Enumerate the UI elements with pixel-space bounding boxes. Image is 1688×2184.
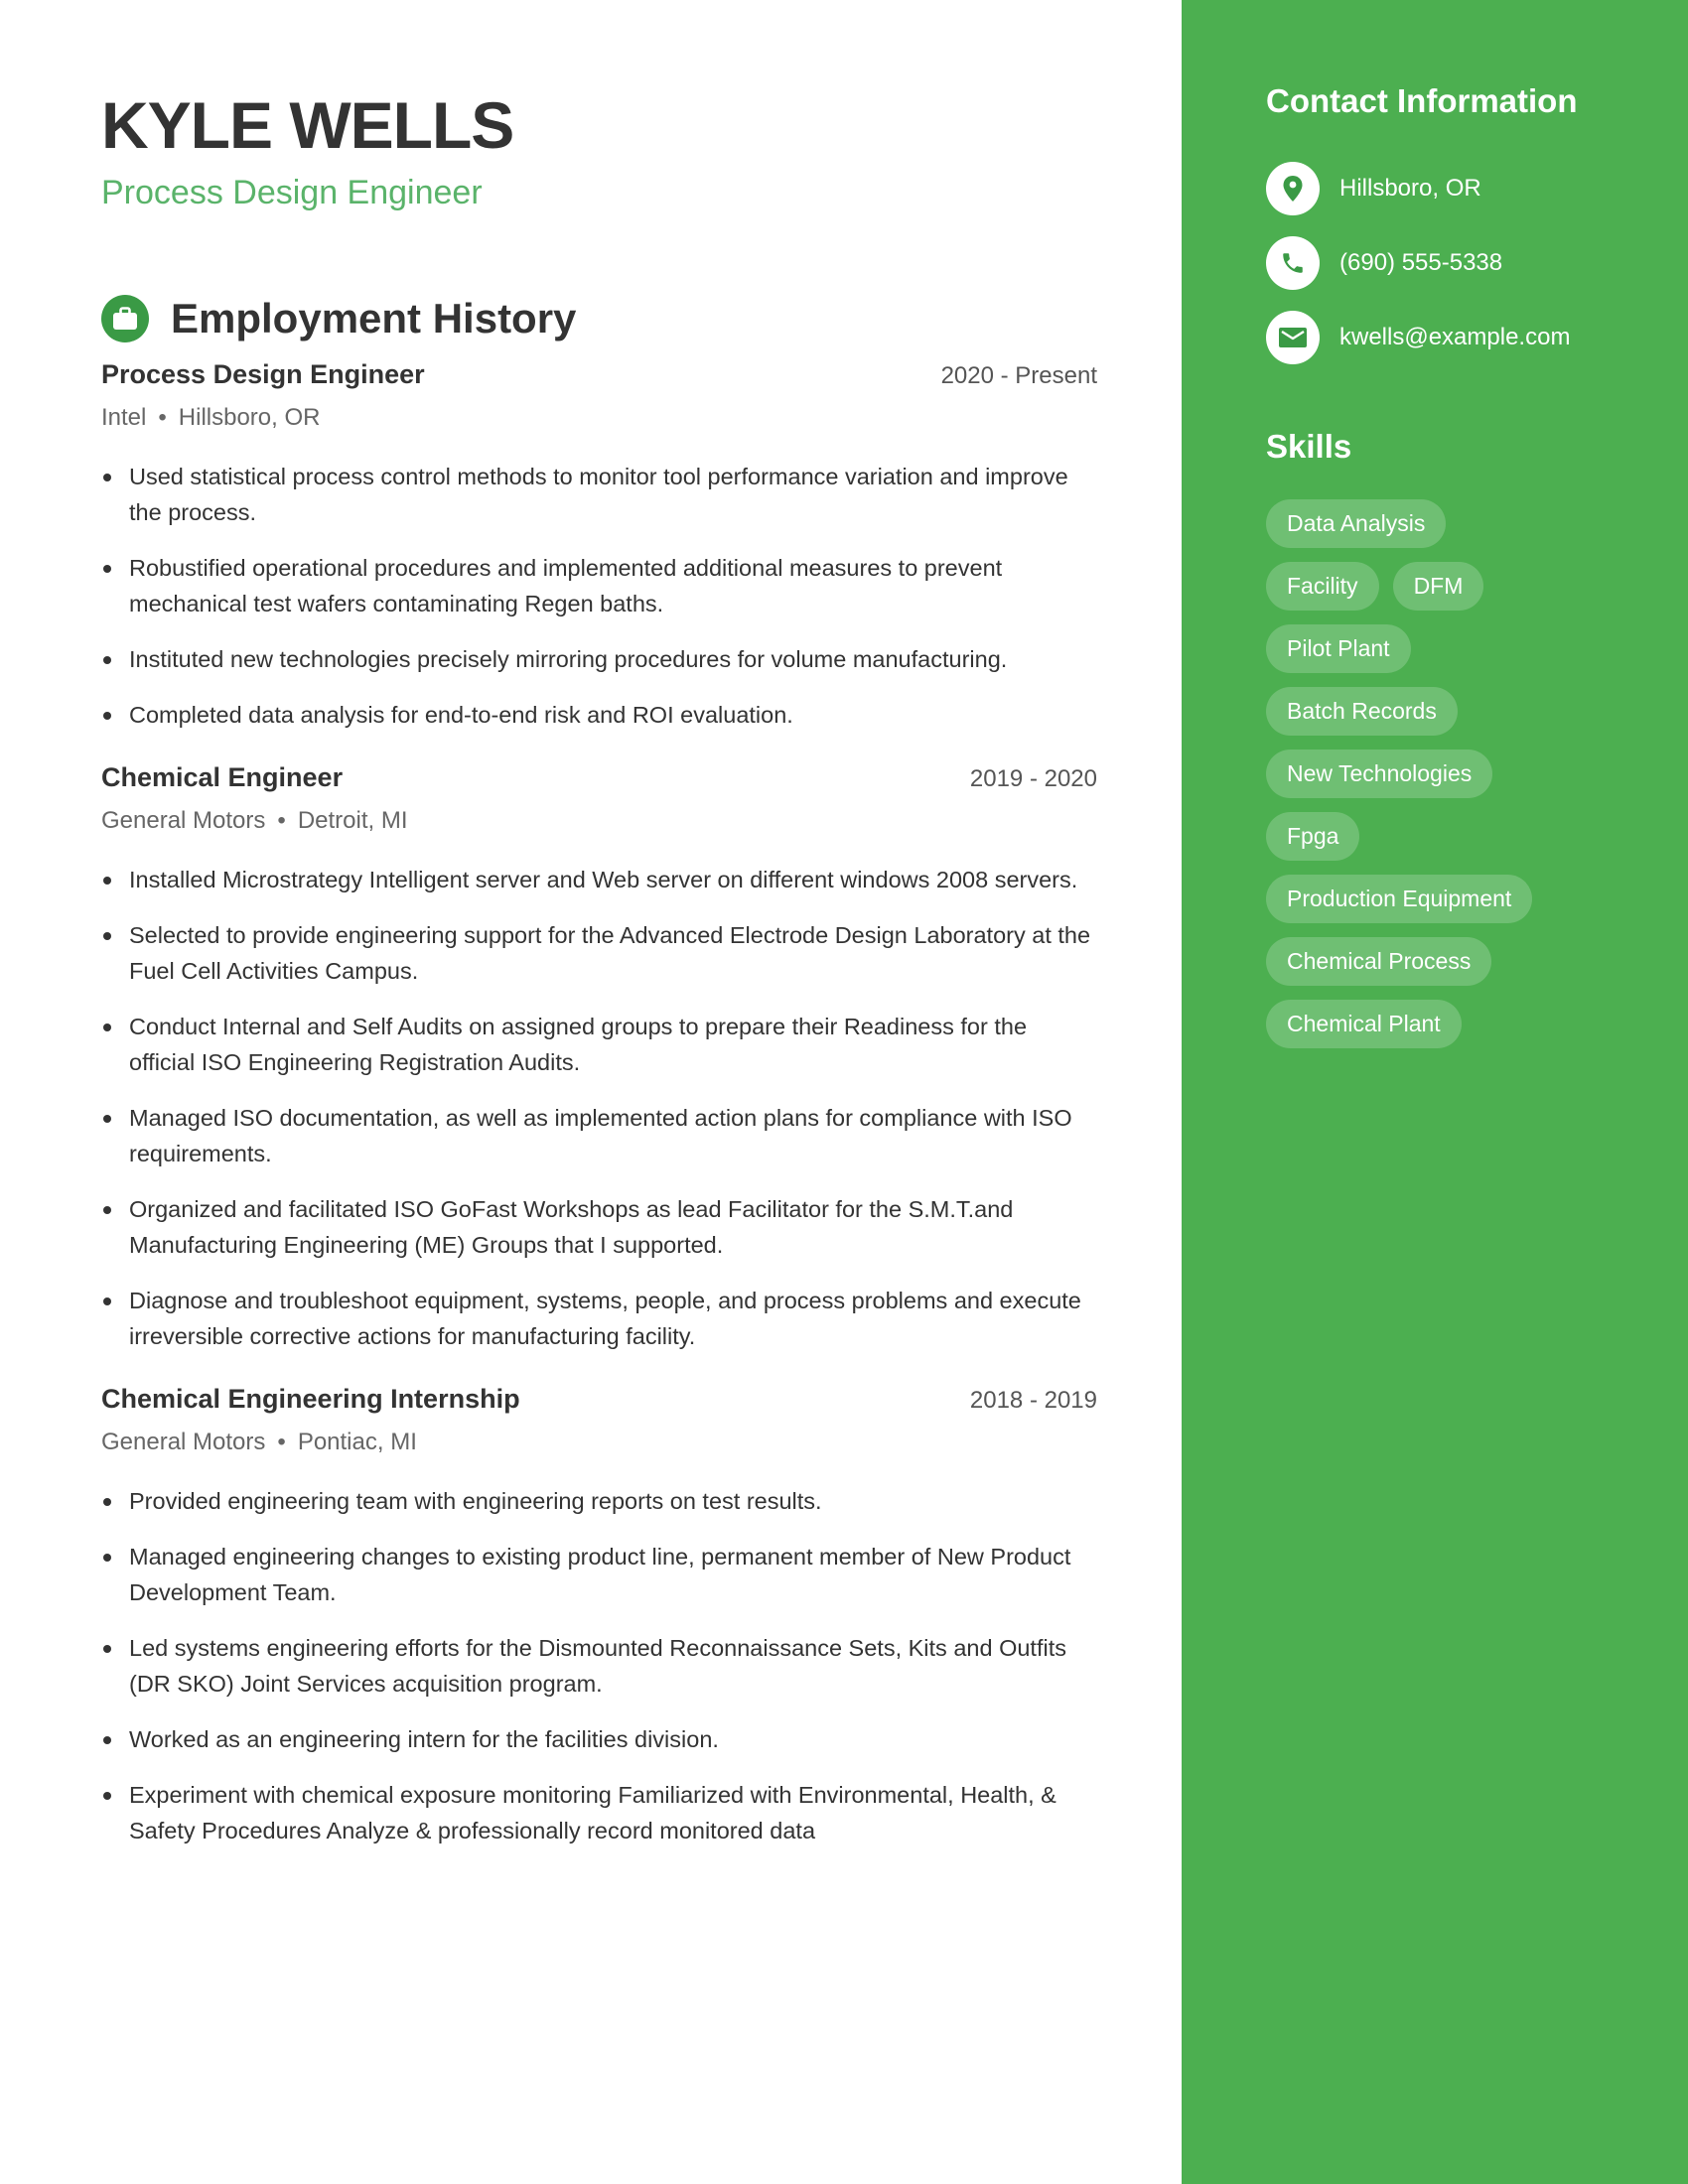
contact-email: kwells@example.com	[1266, 310, 1570, 365]
candidate-title: Process Design Engineer	[101, 174, 483, 211]
job-dates: 2020 - Present	[940, 362, 1097, 389]
contact-text: Hillsboro, OR	[1339, 175, 1481, 202]
list-item: Conduct Internal and Self Audits on assi…	[101, 1009, 1097, 1080]
candidate-name: KYLE WELLS	[101, 88, 514, 162]
list-item: Managed ISO documentation, as well as im…	[101, 1100, 1097, 1171]
list-item: Organized and facilitated ISO GoFast Wor…	[101, 1191, 1097, 1263]
phone-icon	[1266, 236, 1320, 290]
job-bullets: Installed Microstrategy Intelligent serv…	[101, 862, 1097, 1354]
skill-tag: Production Equipment	[1266, 875, 1533, 923]
job-list: Process Design Engineer 2020 - Present I…	[101, 359, 1097, 1878]
job-location: Hillsboro, OR	[178, 404, 321, 431]
list-item: Provided engineering team with engineeri…	[101, 1483, 1097, 1519]
separator-dot: •	[277, 1429, 286, 1455]
job-meta: General Motors • Pontiac, MI	[101, 1424, 1097, 1461]
list-item: Installed Microstrategy Intelligent serv…	[101, 862, 1097, 897]
job-company: Intel	[101, 404, 147, 431]
skill-tag: Data Analysis	[1266, 499, 1447, 548]
email-icon	[1266, 311, 1320, 364]
location-pin-icon	[1266, 162, 1320, 215]
list-item: Diagnose and troubleshoot equipment, sys…	[101, 1283, 1097, 1354]
list-item: Selected to provide engineering support …	[101, 917, 1097, 989]
separator-dot: •	[277, 807, 286, 834]
list-item: Instituted new technologies precisely mi…	[101, 641, 1097, 677]
skill-tag: Fpga	[1266, 812, 1360, 861]
list-item: Worked as an engineering intern for the …	[101, 1721, 1097, 1757]
skill-tag: Batch Records	[1266, 687, 1458, 736]
list-item: Experiment with chemical exposure monito…	[101, 1777, 1097, 1848]
contact-title: Contact Information	[1266, 82, 1578, 119]
contact-location: Hillsboro, OR	[1266, 161, 1570, 216]
list-item: Led systems engineering efforts for the …	[101, 1630, 1097, 1702]
job-dates: 2019 - 2020	[969, 765, 1097, 792]
job-company: General Motors	[101, 807, 266, 834]
employment-section-header: Employment History	[101, 294, 576, 343]
skill-tag: New Technologies	[1266, 750, 1493, 798]
job-company: General Motors	[101, 1429, 266, 1455]
contact-text: kwells@example.com	[1339, 324, 1571, 350]
contact-list: Hillsboro, OR (690) 555-5338 kwells@exam…	[1266, 161, 1570, 384]
skill-tag: Facility	[1266, 562, 1379, 611]
skills-list: Data Analysis Facility DFM Pilot Plant B…	[1266, 499, 1663, 1062]
contact-phone: (690) 555-5338	[1266, 235, 1570, 291]
list-item: Managed engineering changes to existing …	[101, 1539, 1097, 1610]
job-entry: Chemical Engineering Internship 2018 - 2…	[101, 1384, 1097, 1848]
skill-tag: Pilot Plant	[1266, 624, 1411, 673]
skills-title: Skills	[1266, 428, 1352, 465]
sidebar: Contact Information Hillsboro, OR (690)	[1182, 0, 1688, 2184]
job-entry: Chemical Engineer 2019 - 2020 General Mo…	[101, 762, 1097, 1354]
list-item: Used statistical process control methods…	[101, 459, 1097, 530]
job-location: Detroit, MI	[297, 807, 408, 834]
skill-tag: DFM	[1392, 562, 1484, 611]
job-location: Pontiac, MI	[297, 1429, 417, 1455]
job-bullets: Used statistical process control methods…	[101, 459, 1097, 733]
skill-tag: Chemical Process	[1266, 937, 1492, 986]
separator-dot: •	[158, 404, 167, 431]
briefcase-icon	[101, 295, 149, 342]
job-dates: 2018 - 2019	[969, 1387, 1097, 1414]
skill-tag: Chemical Plant	[1266, 1000, 1462, 1048]
job-title: Process Design Engineer	[101, 359, 425, 389]
job-meta: Intel • Hillsboro, OR	[101, 399, 1097, 437]
job-entry: Process Design Engineer 2020 - Present I…	[101, 359, 1097, 733]
list-item: Completed data analysis for end-to-end r…	[101, 697, 1097, 733]
contact-text: (690) 555-5338	[1339, 249, 1503, 276]
job-bullets: Provided engineering team with engineeri…	[101, 1483, 1097, 1848]
section-title: Employment History	[171, 295, 577, 341]
list-item: Robustified operational procedures and i…	[101, 550, 1097, 621]
job-title: Chemical Engineer	[101, 762, 344, 792]
job-meta: General Motors • Detroit, MI	[101, 802, 1097, 840]
job-title: Chemical Engineering Internship	[101, 1384, 520, 1414]
